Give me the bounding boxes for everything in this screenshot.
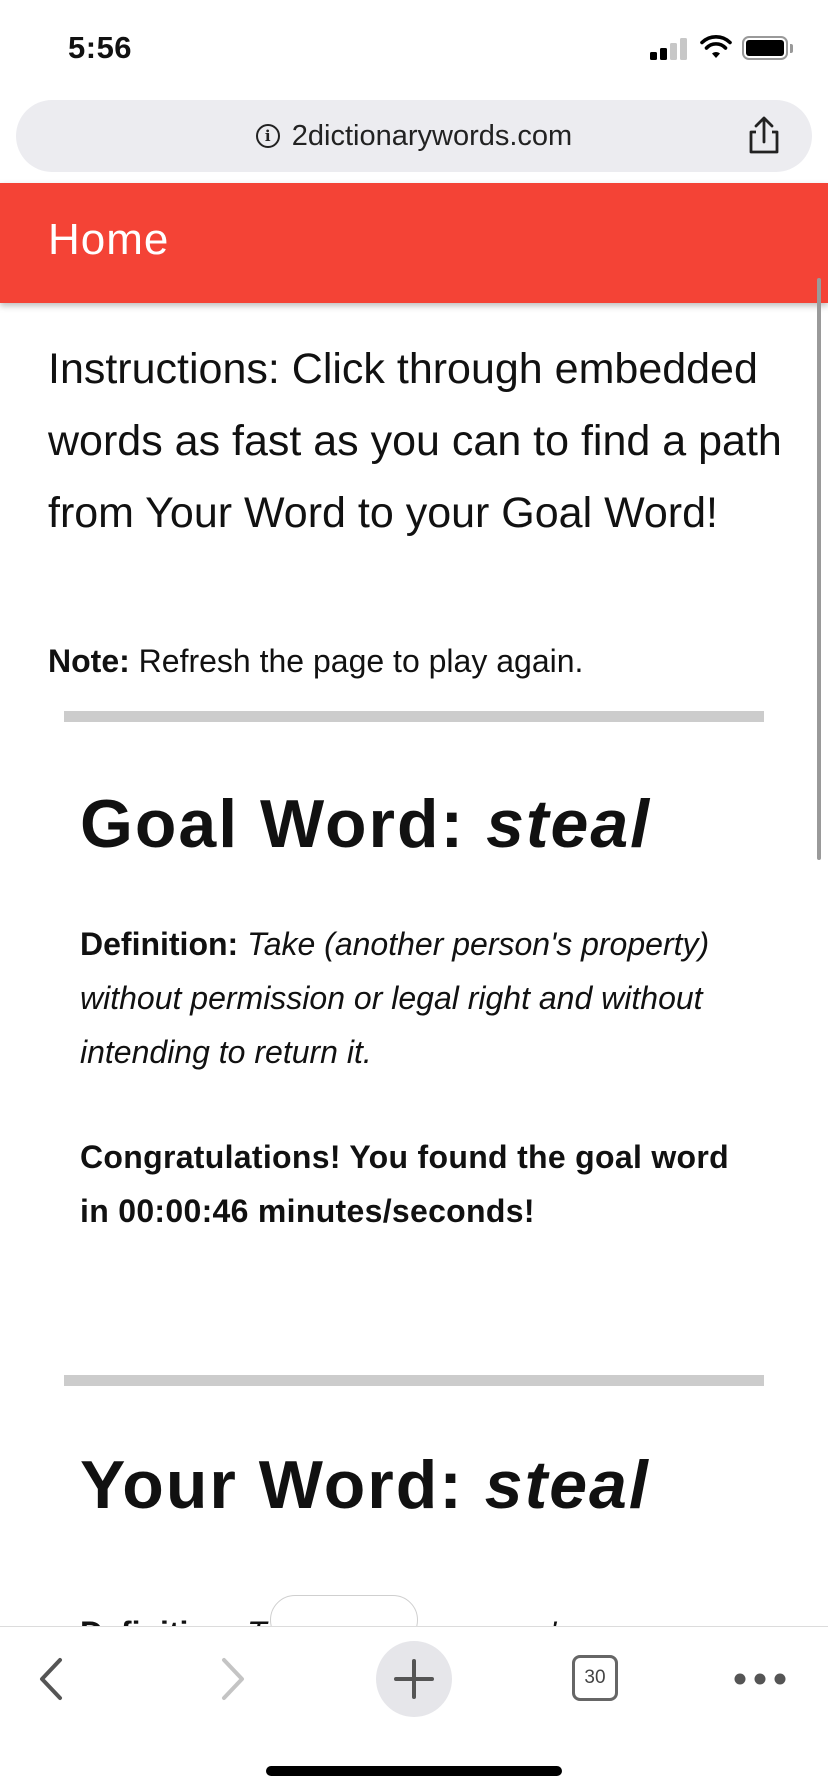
info-icon[interactable]: i — [255, 124, 280, 148]
more-button[interactable] — [730, 1649, 790, 1709]
status-bar: 5:56 — [0, 0, 828, 96]
your-definition-label: Definition: — [80, 1615, 238, 1626]
home-indicator — [266, 1766, 562, 1776]
instructions-label: Instructions: — [48, 345, 280, 393]
new-tab-button[interactable] — [376, 1641, 452, 1717]
note: Note: Refresh the page to play again. — [48, 643, 788, 680]
home-link[interactable]: Home — [48, 215, 169, 265]
instructions: Instructions: Click through embedded wor… — [48, 333, 788, 549]
divider — [64, 1375, 764, 1386]
goal-word: steal — [486, 786, 652, 862]
divider — [64, 711, 764, 722]
forward-button[interactable] — [208, 1649, 258, 1709]
note-label: Note: — [48, 643, 130, 679]
chevron-left-icon — [40, 1658, 62, 1700]
your-word-definition: Definition: Take (another person's — [80, 1606, 760, 1626]
share-icon[interactable] — [742, 114, 786, 158]
wifi-icon — [700, 35, 732, 58]
site-header: Home — [0, 183, 828, 303]
note-text: Refresh the page to play again. — [129, 643, 584, 679]
goal-definition-label: Definition: — [80, 926, 239, 962]
url-text[interactable]: 2dictionarywords.com — [292, 120, 572, 153]
cellular-signal-icon — [650, 38, 692, 60]
back-button[interactable] — [26, 1649, 76, 1709]
your-word: steal — [484, 1447, 650, 1523]
goal-word-label: Goal Word: — [80, 786, 487, 862]
goal-definition: Definition: Take (another person's prope… — [80, 917, 760, 1079]
congrats-message: Congratulations! You found the goal word… — [80, 1139, 729, 1229]
battery-nub — [790, 44, 793, 53]
page-content: Instructions: Click through embedded wor… — [0, 303, 828, 1626]
battery-icon — [742, 36, 788, 60]
your-word-label: Your Word: — [80, 1447, 485, 1523]
more-icon — [734, 1673, 786, 1685]
tabs-button[interactable]: 30 — [572, 1655, 618, 1701]
your-word-heading: Your Word: steal — [80, 1446, 650, 1524]
chevron-right-icon — [222, 1658, 244, 1700]
plus-icon — [394, 1659, 434, 1699]
goal-word-heading: Goal Word: steal — [80, 785, 651, 863]
status-time: 5:56 — [68, 30, 133, 65]
word-link-pill[interactable] — [270, 1595, 418, 1626]
address-bar[interactable]: i 2dictionarywords.com — [16, 100, 812, 172]
